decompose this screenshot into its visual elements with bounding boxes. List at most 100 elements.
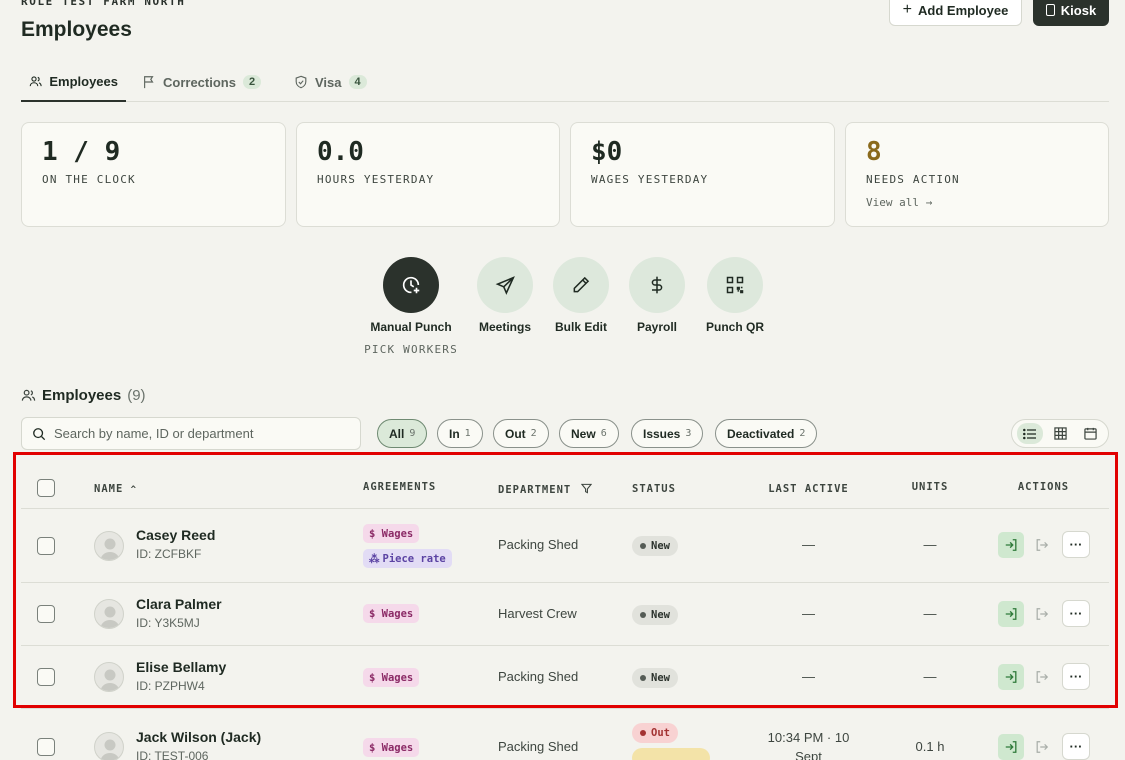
grid-icon xyxy=(1053,427,1067,440)
table-row[interactable]: Casey Reed ID: ZCFBKF $ Wages ⁂ Piece rat… xyxy=(21,509,1109,583)
units: 0.1 h xyxy=(915,739,945,754)
more-options-button[interactable]: ··· xyxy=(1062,663,1090,690)
clock-in-button[interactable] xyxy=(998,734,1024,760)
employee-id: ID: TEST-006 xyxy=(136,749,209,760)
tab-employees[interactable]: Employees xyxy=(21,62,126,102)
ellipsis-icon: ··· xyxy=(1069,537,1083,552)
row-checkbox[interactable] xyxy=(37,537,55,555)
dollar-icon xyxy=(651,276,663,294)
tab-visa[interactable]: Visa 4 xyxy=(294,62,367,102)
employee-name[interactable]: Jack Wilson (Jack) xyxy=(136,729,261,745)
row-checkbox[interactable] xyxy=(37,738,55,756)
clock-in-button[interactable] xyxy=(998,664,1024,690)
clock-in-icon xyxy=(1005,671,1017,683)
filter-in[interactable]: In 1 xyxy=(437,419,483,448)
manual-punch-action[interactable]: Manual Punch PICK WORKERS xyxy=(361,257,461,356)
payroll-button[interactable] xyxy=(629,257,685,313)
employee-name[interactable]: Casey Reed xyxy=(136,527,215,543)
people-icon xyxy=(29,75,42,86)
row-checkbox[interactable] xyxy=(37,605,55,623)
stat-value: $0 xyxy=(591,137,623,167)
status-column-header: STATUS xyxy=(632,483,676,495)
last-active-column-header: LAST ACTIVE xyxy=(768,483,849,495)
table-row[interactable]: Jack Wilson (Jack) ID: TEST-006 $ Wages … xyxy=(21,717,1109,760)
stat-value: 1 / 9 xyxy=(42,137,121,167)
piece-rate-tag: ⁂ Piece rate xyxy=(363,549,452,568)
view-toggle xyxy=(1011,419,1109,448)
filter-label: All xyxy=(389,426,405,441)
actions-column-header: ACTIONS xyxy=(1017,481,1070,493)
clock-out-button[interactable] xyxy=(1031,532,1053,558)
filter-icon[interactable] xyxy=(580,483,592,494)
clock-in-button[interactable] xyxy=(998,532,1024,558)
add-employee-label: Add Employee xyxy=(918,2,1009,18)
add-employee-button[interactable]: + Add Employee xyxy=(889,0,1022,26)
department: Harvest Crew xyxy=(498,606,577,621)
filter-label: Out xyxy=(505,426,526,441)
kiosk-button[interactable]: Kiosk xyxy=(1033,0,1109,26)
clock-in-icon xyxy=(1005,608,1017,620)
status-badge: New xyxy=(632,605,678,625)
table-row[interactable]: Clara Palmer ID: Y3K5MJ $ Wages Harvest … xyxy=(21,583,1109,646)
stat-label: WAGES YESTERDAY xyxy=(591,173,709,186)
action-label: Meetings xyxy=(478,320,531,334)
calendar-icon xyxy=(1083,427,1097,440)
section-title-label: Employees xyxy=(42,387,122,404)
meetings-button[interactable] xyxy=(477,257,533,313)
clock-out-icon xyxy=(1036,608,1049,620)
grid-view-button[interactable] xyxy=(1047,423,1073,444)
action-sublabel: PICK WORKERS xyxy=(364,343,458,356)
filter-new[interactable]: New 6 xyxy=(559,419,619,448)
department-column-header[interactable]: DEPARTMENT xyxy=(498,483,592,496)
search-input[interactable] xyxy=(54,426,344,441)
avatar xyxy=(94,662,124,692)
list-icon xyxy=(1023,428,1036,439)
more-options-button[interactable]: ··· xyxy=(1062,600,1090,627)
filter-count: 6 xyxy=(600,428,607,439)
filter-label: In xyxy=(449,426,460,441)
section-count: (9) xyxy=(127,387,146,404)
more-options-button[interactable]: ··· xyxy=(1062,531,1090,558)
manual-punch-button[interactable] xyxy=(383,257,439,313)
people-icon xyxy=(21,389,36,401)
name-column-header[interactable]: NAME ^ xyxy=(94,483,137,495)
view-all-link[interactable]: View all → xyxy=(866,196,1088,209)
more-options-button[interactable]: ··· xyxy=(1062,733,1090,760)
stat-label: NEEDS ACTION xyxy=(866,173,960,186)
clock-in-button[interactable] xyxy=(998,601,1024,627)
wages-tag: $ Wages xyxy=(363,738,420,757)
bulk-edit-button[interactable] xyxy=(553,257,609,313)
employee-name[interactable]: Elise Bellamy xyxy=(136,659,226,675)
clock-out-button[interactable] xyxy=(1031,601,1053,627)
clock-out-button[interactable] xyxy=(1031,734,1053,760)
filter-all[interactable]: All 9 xyxy=(377,419,428,448)
flag-icon xyxy=(144,76,154,89)
clock-out-icon xyxy=(1036,539,1049,551)
page-title: Employees xyxy=(21,18,132,41)
employee-id: ID: Y3K5MJ xyxy=(136,616,200,630)
filter-out[interactable]: Out 2 xyxy=(493,419,549,448)
filter-deactivated[interactable]: Deactivated 2 xyxy=(715,419,818,448)
tab-corrections[interactable]: Corrections 2 xyxy=(142,62,262,102)
employee-name[interactable]: Clara Palmer xyxy=(136,596,222,612)
filter-label: Deactivated xyxy=(727,426,795,441)
stat-card-needs-action[interactable]: 8 NEEDS ACTION View all → xyxy=(845,122,1109,227)
punch-qr-button[interactable] xyxy=(707,257,763,313)
row-checkbox[interactable] xyxy=(37,668,55,686)
tab-count-badge: 2 xyxy=(242,75,262,89)
filter-issues[interactable]: Issues 3 xyxy=(631,419,704,448)
wages-tag: $ Wages xyxy=(363,668,420,687)
units: — xyxy=(923,606,937,621)
punch-qr-action[interactable]: Punch QR xyxy=(685,257,785,334)
list-view-button[interactable] xyxy=(1017,423,1043,444)
clock-in-icon xyxy=(1005,741,1017,753)
status-badge-secondary xyxy=(632,748,710,760)
select-all-checkbox[interactable] xyxy=(37,479,55,497)
calendar-view-button[interactable] xyxy=(1077,423,1103,444)
filter-label: Issues xyxy=(643,426,681,441)
table-row[interactable]: Elise Bellamy ID: PZPHW4 $ Wages Packing… xyxy=(21,646,1109,709)
plus-icon: + xyxy=(902,1,913,18)
clock-out-button[interactable] xyxy=(1031,664,1053,690)
ellipsis-icon: ··· xyxy=(1069,606,1083,621)
last-active: 10:34 PM · 10 Sept xyxy=(767,730,850,760)
